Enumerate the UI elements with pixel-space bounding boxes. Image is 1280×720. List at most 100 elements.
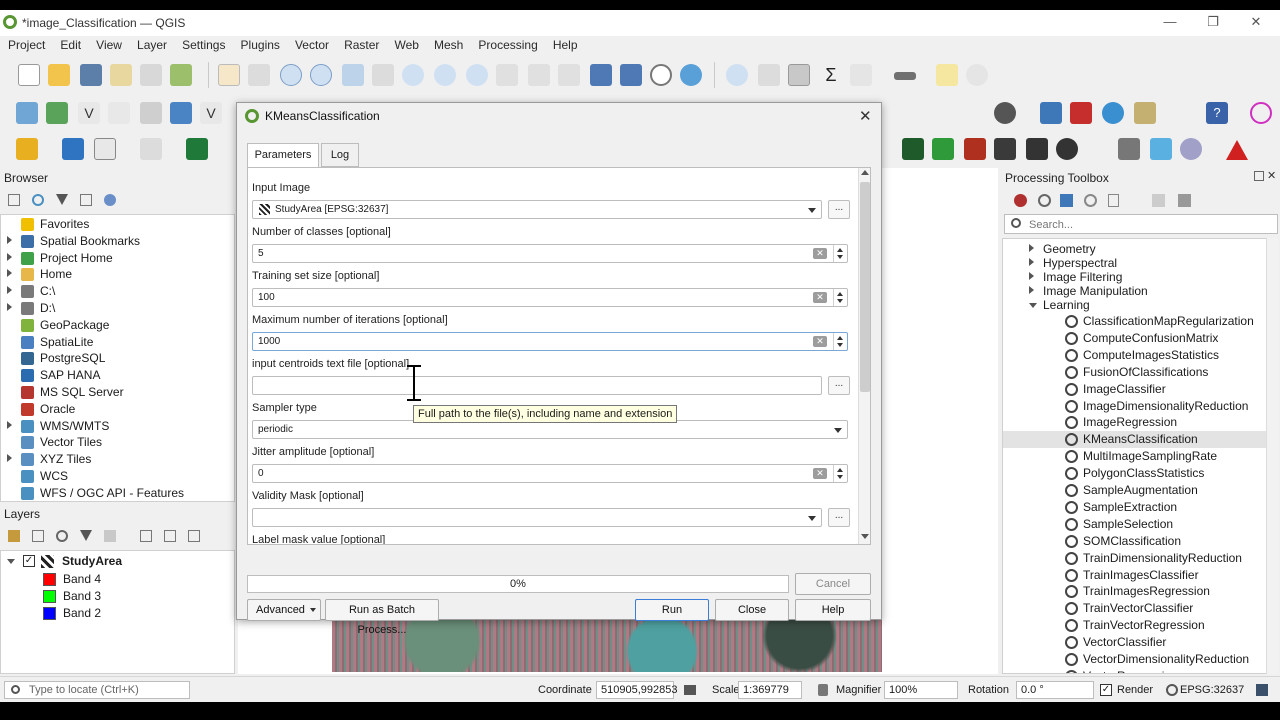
browser-item[interactable]: GeoPackage (1, 317, 234, 334)
style-icon[interactable] (8, 530, 20, 542)
tab-parameters[interactable]: Parameters (247, 143, 319, 167)
toolbox-algorithm[interactable]: ImageDimensionalityReduction (1003, 398, 1267, 415)
mask-browse-button[interactable]: ... (828, 508, 850, 527)
select-feature-icon[interactable] (94, 138, 116, 160)
menu-web[interactable]: Web (394, 38, 418, 52)
filter-expression-icon[interactable] (104, 530, 116, 542)
results-icon[interactable] (1084, 194, 1097, 207)
expand-arrow-icon[interactable] (1029, 272, 1034, 280)
toolbox-algorithm[interactable]: SampleAugmentation (1003, 482, 1267, 499)
expand-all-icon[interactable] (140, 530, 152, 542)
visibility-eye-icon[interactable] (56, 530, 68, 542)
expand-arrow-icon[interactable] (7, 303, 12, 311)
in-place-icon[interactable] (1152, 194, 1165, 207)
layer-visibility-checkbox[interactable]: ✓ (23, 555, 35, 567)
zoom-selection-icon[interactable] (372, 64, 394, 86)
attribute-table-icon[interactable] (758, 64, 780, 86)
split-icon[interactable] (62, 138, 84, 160)
new-bookmark-icon[interactable] (590, 64, 612, 86)
identify-icon[interactable] (726, 64, 748, 86)
spinner-arrows-icon[interactable] (833, 333, 847, 350)
toolbox-algorithm[interactable]: ImageRegression (1003, 414, 1267, 431)
parameters-scrollbar[interactable] (858, 168, 870, 544)
browser-item[interactable]: D:\ (1, 300, 234, 317)
new-map-view-icon[interactable] (528, 64, 550, 86)
expand-arrow-icon[interactable] (7, 454, 12, 463)
processing-toolbox-icon[interactable] (788, 64, 810, 86)
print-layout-icon[interactable] (110, 64, 132, 86)
menu-mesh[interactable]: Mesh (434, 38, 463, 52)
expand-arrow-icon[interactable] (1029, 244, 1034, 252)
run-button[interactable]: Run (635, 599, 709, 621)
close-button[interactable]: Close (715, 599, 789, 621)
restore-icon[interactable]: ❐ (1205, 14, 1221, 30)
annotation-icon[interactable] (966, 64, 988, 86)
measure-line-icon[interactable] (894, 72, 916, 80)
refresh-icon[interactable] (680, 64, 702, 86)
plugin-manager-icon[interactable] (1070, 102, 1092, 124)
browser-item[interactable]: Favorites (1, 216, 234, 233)
expand-arrow-icon[interactable] (7, 420, 12, 429)
spinner-arrows-icon[interactable] (833, 289, 847, 306)
browser-item[interactable]: MS SQL Server (1, 384, 234, 401)
plugin-b-icon[interactable] (932, 138, 954, 160)
add-vector-icon[interactable]: V (78, 102, 100, 124)
input-image-browse-button[interactable]: ... (828, 200, 850, 219)
browser-item[interactable]: XYZ Tiles (1, 451, 234, 468)
toolbox-algorithm[interactable]: SOMClassification (1003, 533, 1267, 550)
tab-log[interactable]: Log (321, 143, 359, 167)
toolbox-algorithm[interactable]: TrainVectorClassifier (1003, 600, 1267, 617)
plugin-a-icon[interactable] (902, 138, 924, 160)
options-wrench-icon[interactable] (1178, 194, 1191, 207)
render-checkbox[interactable]: ✓ (1100, 684, 1112, 696)
menu-settings[interactable]: Settings (182, 38, 225, 52)
expand-arrow-icon[interactable] (1029, 286, 1034, 294)
pan-hand-icon[interactable] (218, 64, 240, 86)
filter-legend-icon[interactable] (80, 530, 92, 541)
add-group-icon[interactable] (32, 530, 44, 542)
toggle-extents-icon[interactable] (684, 685, 696, 695)
scroll-down-icon[interactable] (861, 534, 869, 539)
expand-arrow-icon[interactable] (7, 269, 12, 278)
measure-icon[interactable] (850, 64, 872, 86)
plugin-g-icon[interactable] (1180, 138, 1202, 160)
spinner-arrows-icon[interactable] (833, 465, 847, 482)
menu-view[interactable]: View (96, 38, 122, 52)
toolbox-search[interactable]: Search... (1004, 214, 1278, 234)
toolbox-group[interactable]: Learning (1003, 297, 1277, 314)
messages-icon[interactable] (1256, 684, 1268, 696)
save-project-icon[interactable] (80, 64, 102, 86)
plugin-c-icon[interactable] (964, 138, 986, 160)
excel-icon[interactable] (186, 138, 208, 160)
menu-raster[interactable]: Raster (344, 38, 379, 52)
toolbox-algorithm[interactable]: TrainVectorRegression (1003, 617, 1267, 634)
crs-value[interactable]: EPSG:32637 (1180, 684, 1244, 696)
toolbox-scrollbar[interactable] (1266, 238, 1278, 674)
open-project-icon[interactable] (48, 64, 70, 86)
expand-arrow-icon[interactable] (7, 235, 12, 244)
layout-manager-icon[interactable] (140, 64, 162, 86)
browser-item[interactable]: Vector Tiles (1, 434, 234, 451)
toolbox-algorithm[interactable]: TrainImagesClassifier (1003, 567, 1267, 584)
browser-item[interactable]: WCS (1, 468, 234, 485)
tools-icon[interactable] (1118, 138, 1140, 160)
toolbox-algorithm[interactable]: VectorDimensionalityReduction (1003, 651, 1267, 668)
menu-plugins[interactable]: Plugins (241, 38, 280, 52)
menu-edit[interactable]: Edit (60, 38, 81, 52)
toolbox-algorithm[interactable]: VectorRegression (1003, 668, 1267, 673)
filter-icon[interactable] (56, 194, 68, 205)
menu-layer[interactable]: Layer (137, 38, 167, 52)
toolbox-algorithm[interactable]: VectorClassifier (1003, 634, 1267, 651)
classes-spinbox[interactable]: 5 ✕ (252, 244, 848, 263)
zoom-layer-icon[interactable] (402, 64, 424, 86)
toolbox-algorithm[interactable]: ClassificationMapRegularization (1003, 313, 1267, 330)
statistics-sigma-icon[interactable]: Σ (820, 64, 842, 86)
dialog-close-icon[interactable]: ✕ (859, 107, 872, 125)
show-bookmarks-icon[interactable] (620, 64, 642, 86)
iterations-spinbox[interactable]: 1000 ✕ (252, 332, 848, 351)
new-layer-icon[interactable] (140, 102, 162, 124)
digitize-icon[interactable] (108, 102, 130, 124)
cloud-icon[interactable] (1102, 102, 1124, 124)
help-button[interactable]: Help (795, 599, 871, 621)
home-icon[interactable] (1150, 138, 1172, 160)
